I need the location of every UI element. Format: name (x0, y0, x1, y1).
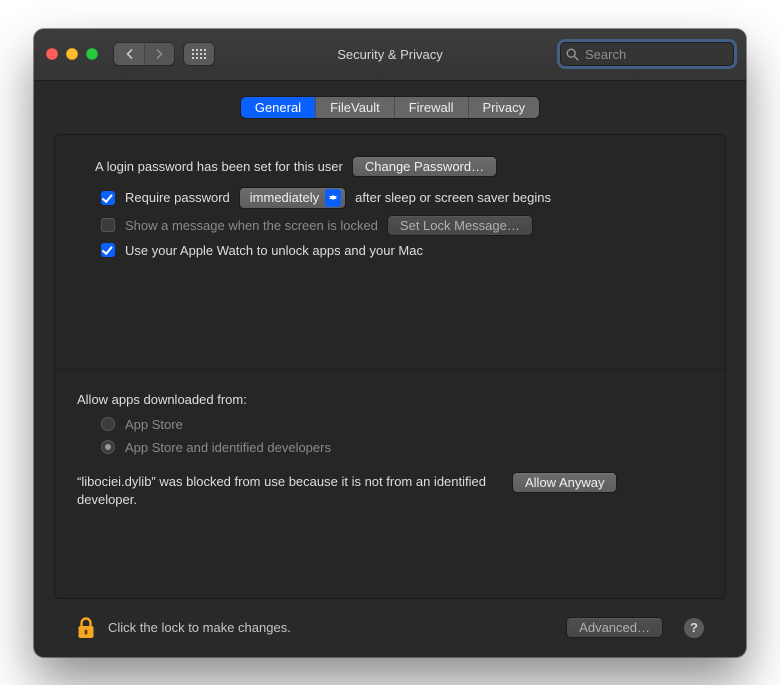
show-lock-message-row: Show a message when the screen is locked… (77, 216, 703, 235)
radio-identified-developers[interactable] (101, 440, 115, 454)
chevron-left-icon (125, 49, 134, 59)
back-button[interactable] (114, 43, 144, 65)
set-lock-message-button[interactable]: Set Lock Message… (388, 216, 532, 235)
preferences-window: Security & Privacy General FileVault Fir… (34, 29, 746, 657)
lock-hint-text: Click the lock to make changes. (108, 620, 555, 635)
minimize-window-button[interactable] (66, 48, 78, 60)
divider (55, 369, 725, 370)
require-password-label-post: after sleep or screen saver begins (355, 190, 551, 205)
require-password-checkbox[interactable] (101, 191, 115, 205)
allow-apps-option-identified: App Store and identified developers (77, 440, 703, 455)
apple-watch-label: Use your Apple Watch to unlock apps and … (125, 243, 423, 258)
chevron-right-icon (155, 49, 164, 59)
show-lock-message-checkbox[interactable] (101, 218, 115, 232)
allow-anyway-button[interactable]: Allow Anyway (513, 473, 616, 492)
radio-identified-developers-label: App Store and identified developers (125, 440, 331, 455)
tab-firewall[interactable]: Firewall (394, 97, 468, 118)
general-pane: A login password has been set for this u… (54, 134, 726, 599)
close-window-button[interactable] (46, 48, 58, 60)
lock-icon[interactable] (76, 616, 96, 640)
tabs-row: General FileVault Firewall Privacy (34, 81, 746, 118)
radio-app-store[interactable] (101, 417, 115, 431)
show-lock-message-label: Show a message when the screen is locked (125, 218, 378, 233)
require-password-delay-popup[interactable]: immediately (240, 188, 345, 208)
tab-segment: General FileVault Firewall Privacy (241, 97, 539, 118)
tab-general[interactable]: General (241, 97, 315, 118)
allow-apps-option-appstore: App Store (77, 417, 703, 432)
content: A login password has been set for this u… (34, 118, 746, 657)
require-password-label-pre: Require password (125, 190, 230, 205)
tab-privacy[interactable]: Privacy (468, 97, 540, 118)
updown-icon (325, 189, 341, 207)
login-password-label: A login password has been set for this u… (95, 159, 343, 174)
require-password-delay-value: immediately (250, 190, 319, 205)
allow-apps-header: Allow apps downloaded from: (77, 392, 703, 407)
help-button[interactable]: ? (684, 618, 704, 638)
login-password-row: A login password has been set for this u… (77, 157, 703, 176)
blocked-app-row: “libociei.dylib” was blocked from use be… (77, 473, 703, 508)
apple-watch-checkbox[interactable] (101, 243, 115, 257)
advanced-button[interactable]: Advanced… (567, 618, 662, 637)
window-controls (46, 48, 98, 60)
footer: Click the lock to make changes. Advanced… (54, 599, 726, 657)
apple-watch-row: Use your Apple Watch to unlock apps and … (77, 243, 703, 258)
change-password-button[interactable]: Change Password… (353, 157, 496, 176)
grid-icon (192, 49, 206, 59)
search-input[interactable] (583, 46, 746, 63)
radio-app-store-label: App Store (125, 417, 183, 432)
toolbar: Security & Privacy (34, 29, 746, 81)
search-icon (566, 48, 579, 61)
nav-back-forward (114, 43, 174, 65)
blocked-app-message: “libociei.dylib” was blocked from use be… (77, 473, 497, 508)
require-password-row: Require password immediately after sleep… (77, 188, 703, 208)
show-all-button[interactable] (184, 43, 214, 65)
tab-filevault[interactable]: FileVault (315, 97, 394, 118)
search-field[interactable] (560, 42, 734, 66)
zoom-window-button[interactable] (86, 48, 98, 60)
forward-button[interactable] (144, 43, 174, 65)
